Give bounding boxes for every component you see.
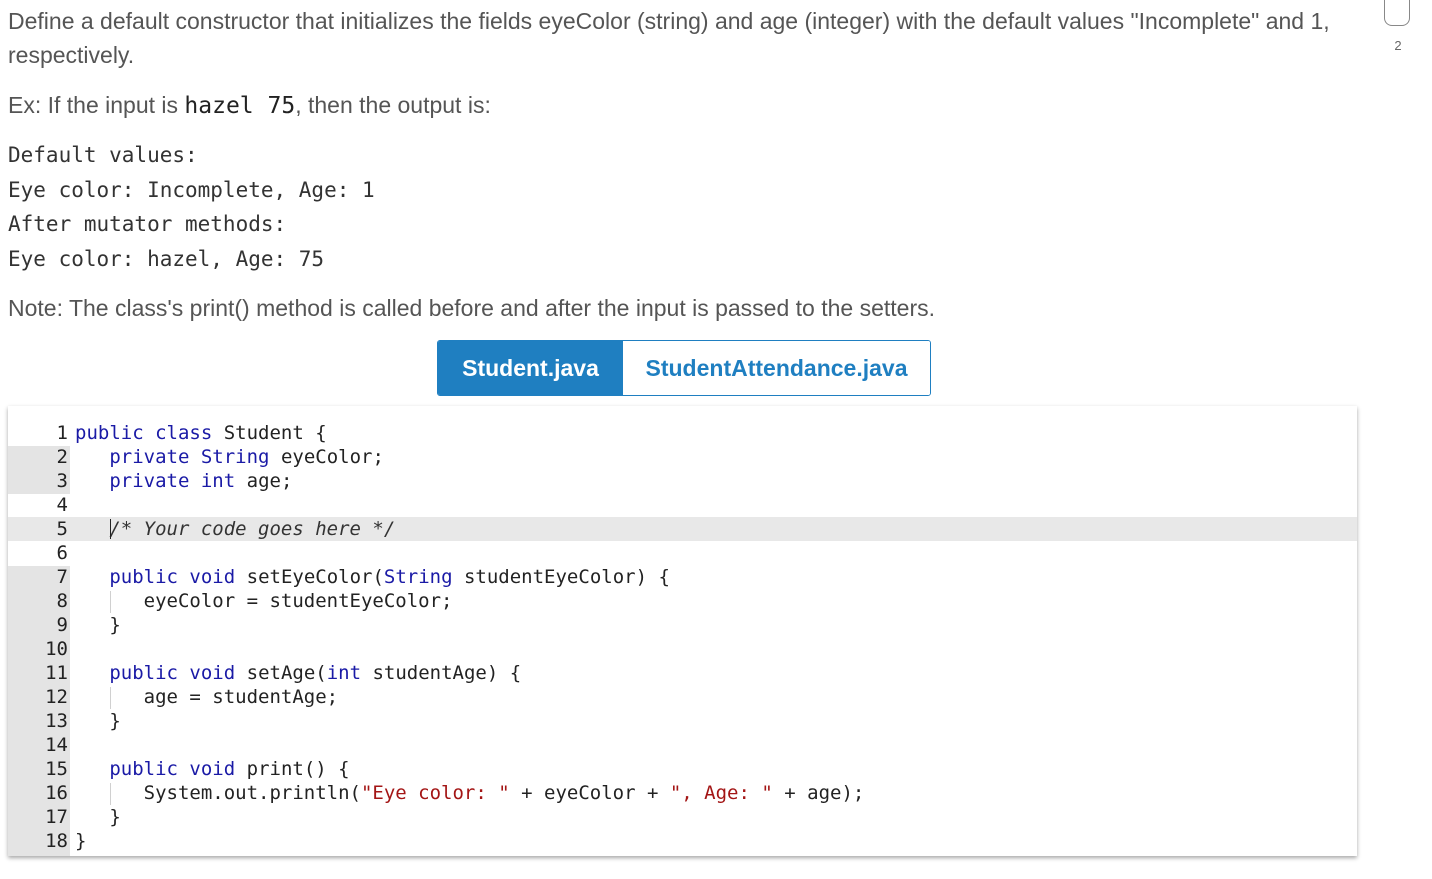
code-line: 17 } — [8, 805, 1357, 829]
code-text: private String eyeColor; — [109, 446, 384, 468]
line-number: 1 — [56, 422, 68, 444]
code-text: eyeColor = studentEyeColor; — [143, 590, 453, 612]
code-line-active[interactable]: 5 /* Your code goes here */ — [8, 517, 1357, 541]
example-suffix: , then the output is: — [295, 92, 491, 118]
line-number: 9 — [56, 614, 68, 636]
code-text: private int age; — [109, 470, 293, 492]
code-text: } — [109, 806, 121, 828]
code-line: 9 } — [8, 613, 1357, 637]
example-input: hazel 75 — [184, 93, 296, 119]
example-prefix: Ex: If the input is — [8, 92, 185, 118]
code-line: 1 public class Student { — [8, 421, 1357, 445]
example-output-line-1: Default values: — [8, 143, 198, 167]
code-text: age = studentAge; — [143, 686, 339, 708]
code-text: /* Your code goes here */ — [75, 517, 395, 541]
line-number: 10 — [45, 638, 68, 660]
line-number: 12 — [45, 686, 68, 708]
code-editor[interactable]: 1 public class Student { 2 private Strin… — [8, 406, 1357, 856]
code-line: 6 — [8, 541, 1357, 565]
code-text: public class Student { — [75, 422, 327, 444]
bookmark-icon[interactable] — [1384, 0, 1410, 26]
code-line: 10 — [8, 637, 1357, 661]
line-number: 17 — [45, 806, 68, 828]
line-number: 6 — [56, 542, 68, 564]
code-text: } — [109, 614, 121, 636]
example-output-line-2: Eye color: Incomplete, Age: 1 — [8, 178, 375, 202]
code-line: 12 age = studentAge; — [8, 685, 1357, 709]
line-number: 8 — [56, 590, 68, 612]
note-text: Note: The class's print() method is call… — [8, 295, 936, 321]
line-number: 4 — [56, 494, 68, 516]
code-text: public void setEyeColor(String studentEy… — [109, 566, 670, 588]
code-line: 13 } — [8, 709, 1357, 733]
line-number: 18 — [45, 830, 68, 852]
indent-guide — [110, 687, 111, 709]
code-text: public void setAge(int studentAge) { — [109, 662, 522, 684]
code-line: 11 public void setAge(int studentAge) { — [8, 661, 1357, 685]
bookmark-count: 2 — [1394, 38, 1402, 53]
instructions-paragraph: Define a default constructor that initia… — [8, 8, 1330, 68]
line-number: 14 — [45, 734, 68, 756]
line-number: 13 — [45, 710, 68, 732]
code-text: } — [109, 710, 121, 732]
line-number: 7 — [56, 566, 68, 588]
tab-student-attendance-java[interactable]: StudentAttendance.java — [623, 341, 930, 395]
code-text: } — [75, 830, 87, 852]
code-line: 14 — [8, 733, 1357, 757]
code-line: 3 private int age; — [8, 469, 1357, 493]
code-text: public void print() { — [109, 758, 350, 780]
line-number: 11 — [45, 662, 68, 684]
example-output-line-4: Eye color: hazel, Age: 75 — [8, 247, 325, 271]
line-number: 15 — [45, 758, 68, 780]
tab-student-java[interactable]: Student.java — [438, 341, 623, 395]
indent-guide — [110, 783, 111, 805]
line-number: 2 — [56, 446, 68, 468]
code-line: 4 — [8, 493, 1357, 517]
file-tabs: Student.java StudentAttendance.java — [437, 340, 931, 396]
code-line: 15 public void print() { — [8, 757, 1357, 781]
code-line: 7 public void setEyeColor(String student… — [8, 565, 1357, 589]
indent-guide — [110, 591, 111, 613]
code-line: 16 System.out.println("Eye color: " + ey… — [8, 781, 1357, 805]
placeholder-comment: /* Your code goes here */ — [109, 518, 396, 540]
code-text: System.out.println("Eye color: " + eyeCo… — [143, 782, 865, 804]
line-number: 5 — [56, 518, 68, 540]
text-cursor — [110, 519, 111, 539]
example-sentence: Ex: If the input is hazel 75, then the o… — [8, 88, 1368, 123]
code-line: 8 eyeColor = studentEyeColor; — [8, 589, 1357, 613]
example-output-line-3: After mutator methods: — [8, 212, 287, 236]
line-number: 3 — [56, 470, 68, 492]
code-line: 2 private String eyeColor; — [8, 445, 1357, 469]
code-line: 18 } — [8, 829, 1357, 853]
line-number: 16 — [45, 782, 68, 804]
